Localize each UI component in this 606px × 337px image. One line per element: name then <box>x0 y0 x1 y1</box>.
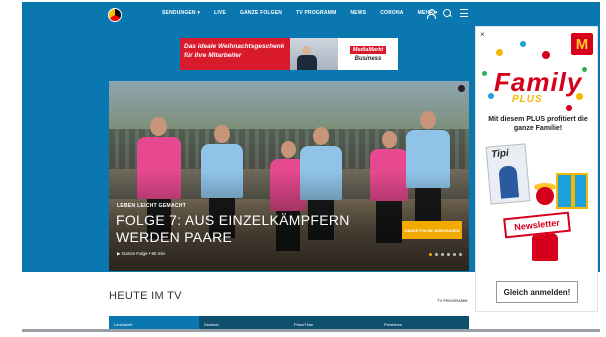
section-heading: HEUTE IM TV <box>109 290 182 302</box>
nav-item-tv-programm[interactable]: TV PROGRAMM <box>296 10 336 16</box>
search-icon[interactable] <box>443 9 452 18</box>
newsletter-sign: Newsletter <box>503 211 571 239</box>
browser-viewport: SENDUNGEN ▾ LIVE GANZE FOLGEN TV PROGRAM… <box>22 2 600 332</box>
hero-kicker: LEBEN LEICHT GEMACHT <box>117 203 187 209</box>
nav-item-corona[interactable]: CORONA <box>380 10 403 16</box>
carousel-pagination <box>429 253 462 256</box>
side-ad[interactable]: × M Family PLUS Mit diesem PLUS profitie… <box>475 26 598 312</box>
carousel-dot[interactable] <box>459 253 462 256</box>
ad-subtitle: PLUS <box>512 94 543 105</box>
tipi-magazine-image: Tipi <box>485 143 531 205</box>
gift-box-image <box>556 173 588 209</box>
tipi-label: Tipi <box>490 147 510 161</box>
carousel-dot[interactable] <box>435 253 438 256</box>
hero-teaser[interactable]: LEBEN LEICHT GEMACHT FOLGE 7: AUS EINZEL… <box>109 81 469 271</box>
ad-copy: Mit diesem PLUS profitiert die ganze Fam… <box>488 116 588 133</box>
tv-programm-link[interactable]: TV PROGRAMM <box>437 298 467 303</box>
carousel-dot[interactable] <box>429 253 432 256</box>
nav-item-live[interactable]: LIVE <box>214 10 226 16</box>
hero-fullscreen-icon[interactable] <box>458 85 465 92</box>
nav-item-news[interactable]: NEWS <box>350 10 366 16</box>
banner-photo <box>290 38 338 70</box>
hero-title[interactable]: FOLGE 7: AUS EINZELKÄMPFERN WERDEN PAARE <box>116 212 356 246</box>
tab-channel[interactable]: Leuchtzeit <box>109 316 199 329</box>
tab-channel[interactable]: PrimeTime <box>289 316 379 329</box>
hamburger-menu-icon[interactable] <box>460 9 469 17</box>
carousel-dot[interactable] <box>453 253 456 256</box>
channel-logo[interactable] <box>108 8 122 22</box>
close-ad-icon[interactable]: × <box>480 30 485 39</box>
carousel-dot[interactable] <box>447 253 450 256</box>
watch-episode-button[interactable]: GANZE FOLGE ANSCHAUEN <box>402 221 462 239</box>
user-icon[interactable] <box>426 9 436 19</box>
top-banner-ad[interactable]: Das ideale Weihnachtsgeschenk für Ihre M… <box>180 38 398 70</box>
nav-actions <box>426 9 469 19</box>
banner-brand-sub: Business <box>354 56 382 62</box>
hero-meta: ▶ Ganze Folge • 90 min <box>117 251 166 256</box>
nav-item-ganze-folgen[interactable]: GANZE FOLGEN <box>240 10 282 16</box>
mcdonalds-logo: M <box>571 33 593 55</box>
carousel-dot[interactable] <box>441 253 444 256</box>
tab-channel[interactable]: Deutsch <box>199 316 289 329</box>
banner-headline: Das ideale Weihnachtsgeschenk für Ihre M… <box>180 38 290 70</box>
banner-brand: MediaMarkt Business <box>338 38 398 70</box>
ad-signup-button[interactable]: Gleich anmelden! <box>496 281 578 303</box>
top-navigation: SENDUNGEN ▾ LIVE GANZE FOLGEN TV PROGRAM… <box>22 2 600 28</box>
mediamarkt-logo: MediaMarkt <box>349 46 387 54</box>
tab-channel[interactable]: Prosieben <box>379 316 469 329</box>
channel-tabs: Leuchtzeit Deutsch PrimeTime Prosieben <box>109 316 469 329</box>
nav-menu: SENDUNGEN ▾ LIVE GANZE FOLGEN TV PROGRAM… <box>162 10 437 16</box>
nav-item-sendungen[interactable]: SENDUNGEN ▾ <box>162 10 200 16</box>
